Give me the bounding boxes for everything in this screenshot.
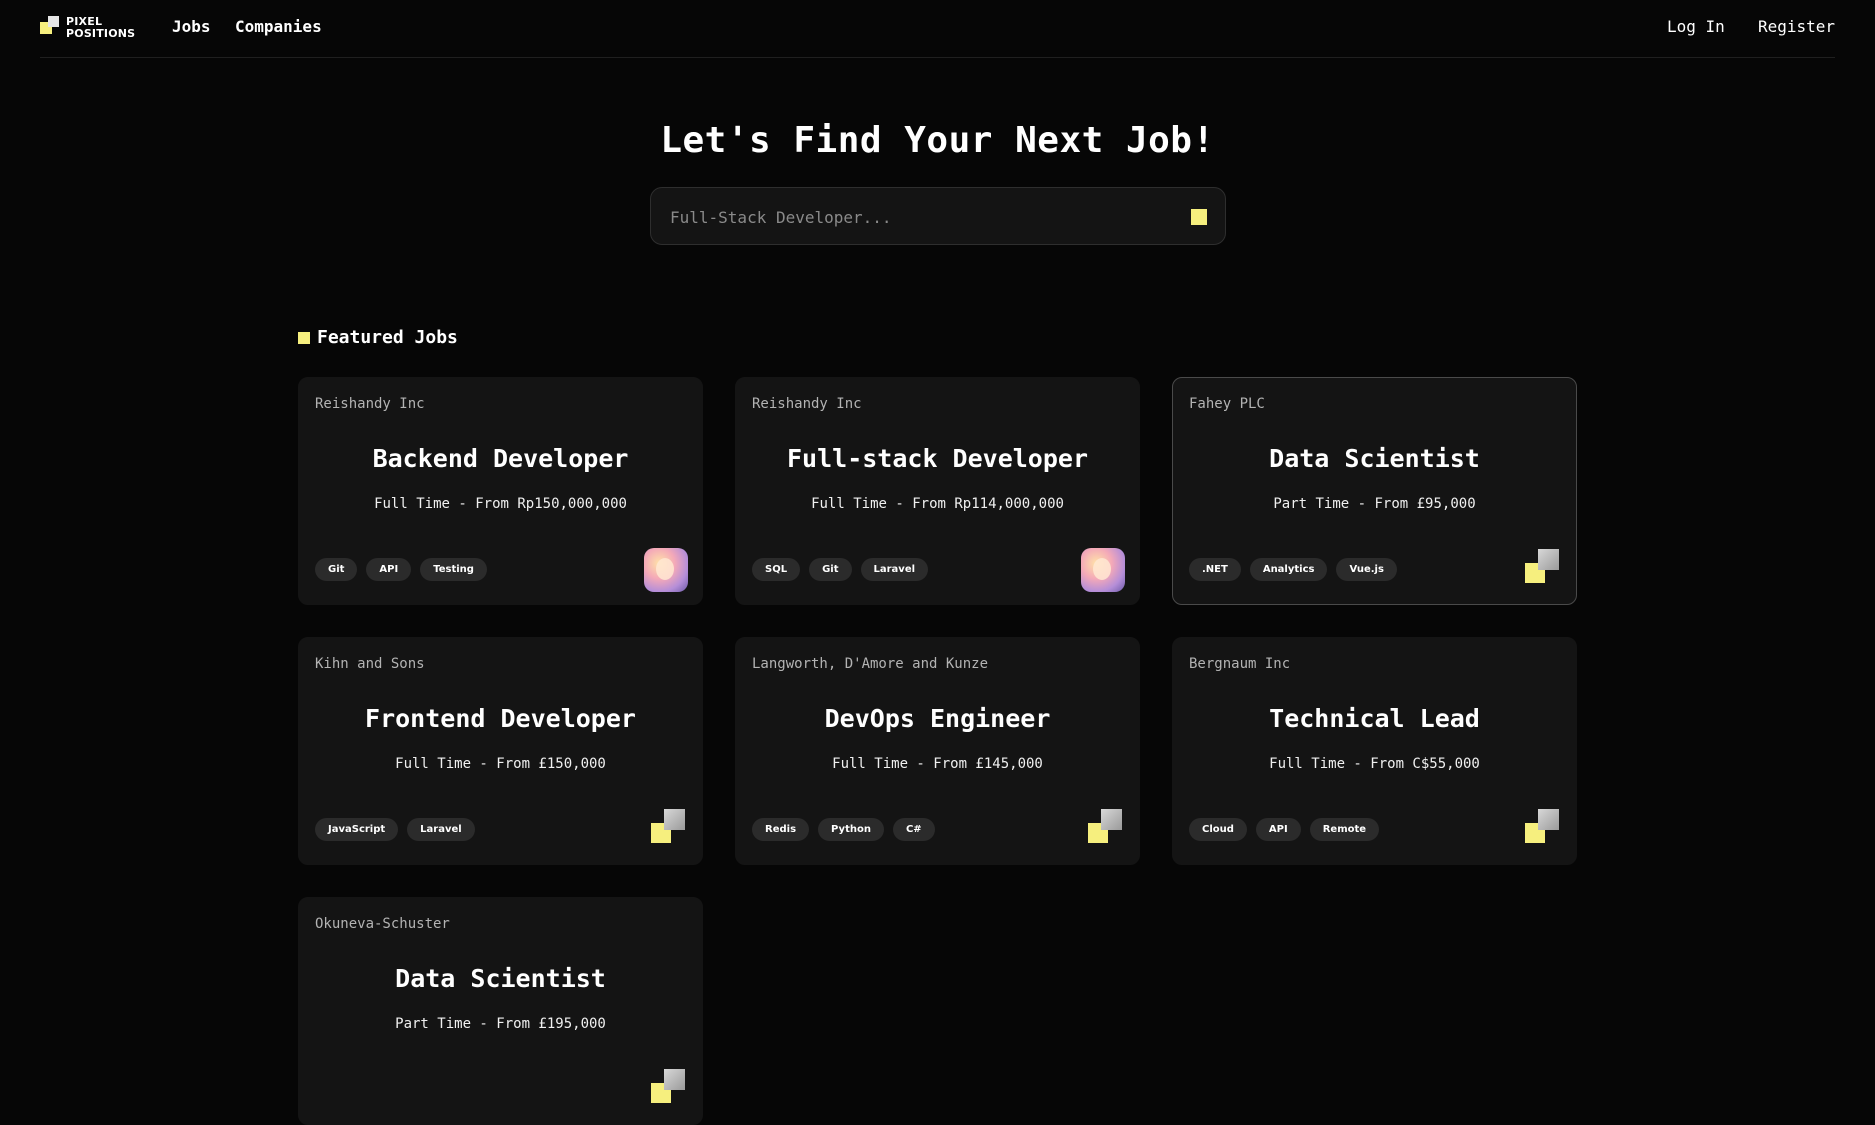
job-tags: SQL Git Laravel — [752, 558, 929, 581]
tag-pill[interactable]: .NET — [1189, 558, 1241, 581]
company-logo-icon — [1525, 809, 1560, 844]
tag-pill[interactable]: Redis — [752, 818, 810, 841]
job-tags: Redis Python C# — [752, 818, 935, 841]
job-salary: Full Time - From £145,000 — [832, 756, 1043, 772]
job-tags: Cloud API Remote — [1189, 818, 1380, 841]
logo-white-square-icon — [1101, 809, 1122, 830]
job-tags: JavaScript Laravel — [315, 818, 475, 841]
register-link[interactable]: Register — [1758, 17, 1835, 36]
job-title[interactable]: Backend Developer — [299, 444, 702, 473]
tag-pill[interactable]: Laravel — [860, 558, 929, 581]
company-avatar — [1081, 548, 1125, 592]
company-logo-icon — [1525, 549, 1560, 584]
job-card[interactable]: Bergnaum Inc Technical Lead Full Time - Fr… — [1172, 637, 1577, 865]
tag-pill[interactable]: Remote — [1309, 818, 1380, 841]
job-company[interactable]: Reishandy Inc — [752, 396, 862, 412]
job-company[interactable]: Okuneva-Schuster — [315, 916, 450, 932]
job-title[interactable]: Full-stack Developer — [736, 444, 1139, 473]
tag-pill[interactable]: Python — [818, 818, 884, 841]
tag-pill[interactable]: Analytics — [1249, 558, 1328, 581]
nav-link-companies[interactable]: Companies — [235, 17, 322, 36]
job-title[interactable]: Frontend Developer — [299, 704, 702, 733]
tag-pill[interactable]: Vue.js — [1336, 558, 1397, 581]
logo-text: PIXEL POSITIONS — [66, 15, 136, 40]
job-salary: Part Time - From £95,000 — [1273, 496, 1476, 512]
job-salary: Full Time - From C$55,000 — [1269, 756, 1480, 772]
company-avatar — [644, 548, 688, 592]
tag-pill[interactable]: C# — [892, 818, 935, 841]
company-logo-icon — [651, 809, 686, 844]
job-salary: Full Time - From £150,000 — [395, 756, 606, 772]
tag-pill[interactable]: API — [1255, 818, 1301, 841]
logo-white-square-icon — [664, 1069, 685, 1090]
job-company[interactable]: Kihn and Sons — [315, 656, 425, 672]
section-square-icon — [298, 332, 310, 344]
job-company[interactable]: Bergnaum Inc — [1189, 656, 1290, 672]
top-nav: PIXEL POSITIONS Jobs Companies Log In Re… — [40, 0, 1835, 58]
job-company[interactable]: Reishandy Inc — [315, 396, 425, 412]
job-salary: Full Time - From Rp114,000,000 — [811, 496, 1064, 512]
company-logo-icon — [1088, 809, 1123, 844]
job-company[interactable]: Fahey PLC — [1189, 396, 1265, 412]
logo-white-square-icon — [1538, 809, 1559, 830]
logo-white-square-icon — [48, 16, 59, 27]
job-card[interactable]: Kihn and Sons Frontend Developer Full Time… — [298, 637, 703, 865]
search-input[interactable] — [670, 205, 1150, 229]
job-title[interactable]: Data Scientist — [299, 964, 702, 993]
tag-pill[interactable]: API — [366, 558, 412, 581]
logo-white-square-icon — [664, 809, 685, 830]
search-submit-icon[interactable] — [1191, 209, 1207, 225]
tag-pill[interactable]: SQL — [752, 558, 801, 581]
job-tags: Git API Testing — [315, 558, 487, 581]
job-card[interactable]: Langworth, D'Amore and Kunze DevOps Engin… — [735, 637, 1140, 865]
job-card[interactable]: Reishandy Inc Full-stack Developer Full Ti… — [735, 377, 1140, 605]
job-tags: .NET Analytics Vue.js — [1189, 558, 1397, 581]
tag-pill[interactable]: Cloud — [1189, 818, 1247, 841]
job-card[interactable]: Fahey PLC Data Scientist Part Time - From … — [1172, 377, 1577, 605]
search-box — [650, 187, 1226, 245]
job-card[interactable]: Okuneva-Schuster Data Scientist Part Time … — [298, 897, 703, 1125]
pixel-positions-logo[interactable]: PIXEL POSITIONS — [40, 16, 135, 40]
hero-title: Let's Find Your Next Job! — [660, 120, 1215, 161]
tag-pill[interactable]: JavaScript — [315, 818, 399, 841]
job-title[interactable]: Data Scientist — [1173, 444, 1576, 473]
job-title[interactable]: Technical Lead — [1173, 704, 1576, 733]
job-card[interactable]: Reishandy Inc Backend Developer Full Time … — [298, 377, 703, 605]
company-logo-icon — [651, 1069, 686, 1104]
nav-link-jobs[interactable]: Jobs — [172, 17, 211, 36]
job-title[interactable]: DevOps Engineer — [736, 704, 1139, 733]
tag-pill[interactable]: Git — [315, 558, 358, 581]
tag-pill[interactable]: Laravel — [407, 818, 475, 841]
featured-jobs-title: Featured Jobs — [317, 327, 458, 348]
log-in-link[interactable]: Log In — [1667, 17, 1725, 36]
job-salary: Part Time - From £195,000 — [395, 1016, 606, 1032]
job-salary: Full Time - From Rp150,000,000 — [374, 496, 627, 512]
job-company[interactable]: Langworth, D'Amore and Kunze — [752, 656, 988, 672]
logo-white-square-icon — [1538, 549, 1559, 570]
tag-pill[interactable]: Testing — [420, 558, 487, 581]
tag-pill[interactable]: Git — [809, 558, 852, 581]
